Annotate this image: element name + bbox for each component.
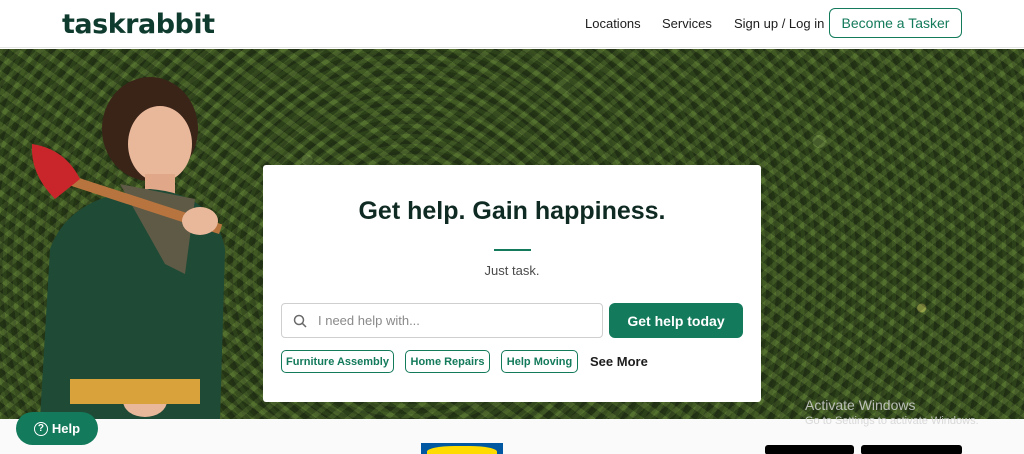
get-help-today-button[interactable]: Get help today xyxy=(609,303,743,338)
chip-help-moving[interactable]: Help Moving xyxy=(501,350,578,373)
watermark-title: Activate Windows xyxy=(805,397,916,413)
chip-home-repairs[interactable]: Home Repairs xyxy=(405,350,490,373)
become-tasker-button[interactable]: Become a Tasker xyxy=(829,8,962,38)
search-icon xyxy=(282,314,318,328)
hero-section: Get help. Gain happiness. Just task. Get… xyxy=(0,49,1024,419)
watermark-subtitle: Go to Settings to activate Windows. xyxy=(805,415,979,427)
windows-activation-watermark: Activate Windows Go to Settings to activ… xyxy=(805,397,979,427)
hero-title: Get help. Gain happiness. xyxy=(358,197,666,225)
site-header: taskrabbit Locations Services Sign up / … xyxy=(0,0,1024,48)
app-store-badge[interactable] xyxy=(765,445,854,454)
hero-subtitle: Just task. xyxy=(484,263,540,278)
hero-person-image xyxy=(31,77,225,419)
help-label: Help xyxy=(51,421,81,436)
see-more-link[interactable]: See More xyxy=(590,354,648,369)
ikea-logo xyxy=(421,443,503,454)
taskrabbit-logo[interactable]: taskrabbit xyxy=(62,9,215,40)
title-divider xyxy=(494,249,531,251)
help-button[interactable]: ? Help xyxy=(16,412,98,445)
nav-signup-login[interactable]: Sign up / Log in xyxy=(734,16,824,31)
search-box[interactable] xyxy=(281,303,603,338)
hero-card: Get help. Gain happiness. Just task. Get… xyxy=(263,165,761,402)
nav-locations[interactable]: Locations xyxy=(585,16,641,31)
nav-services[interactable]: Services xyxy=(662,16,712,31)
chip-furniture-assembly[interactable]: Furniture Assembly xyxy=(281,350,394,373)
search-input[interactable] xyxy=(318,313,588,328)
google-play-badge[interactable] xyxy=(861,445,962,454)
question-circle-icon: ? xyxy=(33,421,48,436)
